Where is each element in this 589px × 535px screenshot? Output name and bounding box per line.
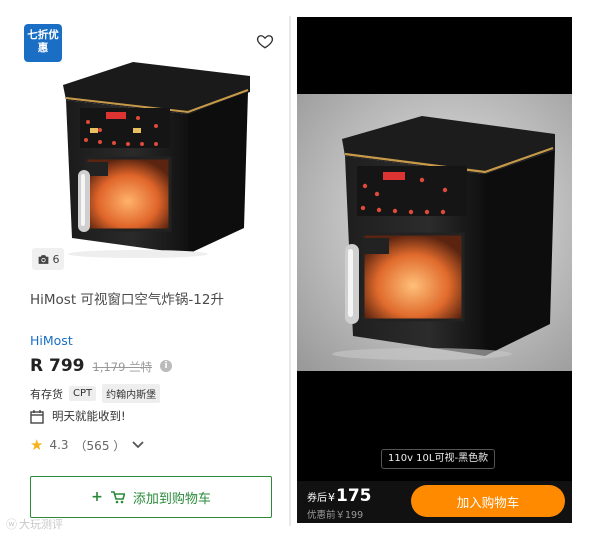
current-price: R 799 <box>30 356 85 376</box>
camera-icon <box>38 254 48 264</box>
photo-count-badge[interactable]: 6 <box>32 248 64 270</box>
weibo-icon: ⓦ <box>6 518 17 531</box>
rating-row[interactable]: ★ 4.3 （565 ） <box>30 436 145 454</box>
review-count: （565 ） <box>74 438 126 453</box>
photo-count: 6 <box>52 252 60 266</box>
add-to-cart-button[interactable]: + 添加到购物车 <box>30 476 272 518</box>
add-to-cart-label: 添加到购物车 <box>132 491 211 507</box>
brand-link[interactable]: HiMost <box>30 333 73 348</box>
delivery-text: 明天就能收到! <box>52 409 126 423</box>
stock-row: 有存货 CPT 约翰内斯堡 <box>30 384 161 403</box>
coupon-price: 券后 ¥ 175 <box>307 486 372 506</box>
warehouse-tag-cpt: CPT <box>69 386 97 401</box>
warehouse-tag-jhb: 约翰内斯堡 <box>102 384 161 403</box>
mobile-product-view: 110v 10L可视-黑色款 券后 ¥ 175 优惠前￥199 加入购物车 <box>297 17 572 523</box>
watermark: ⓦ 大玩测评 <box>6 516 63 532</box>
after-coupon-price: 175 <box>336 486 372 506</box>
product-title[interactable]: HiMost 可视窗口空气炸锅-12升 <box>30 288 224 308</box>
star-icon: ★ <box>30 436 44 454</box>
original-price: 1,179 兰特 <box>92 360 153 374</box>
add-to-cart-button-mobile[interactable]: 加入购物车 <box>411 485 565 517</box>
watermark-text: 大玩测评 <box>19 518 63 531</box>
price-row: R 799 1,179 兰特 i <box>30 356 173 376</box>
after-coupon-label: 券后 <box>307 493 327 504</box>
heart-icon[interactable] <box>256 32 274 50</box>
bottom-purchase-bar: 券后 ¥ 175 优惠前￥199 加入购物车 <box>297 481 572 523</box>
rating-value: 4.3 <box>49 438 69 452</box>
plus-icon: + <box>91 489 103 505</box>
info-icon[interactable]: i <box>160 360 173 372</box>
calendar-icon <box>30 409 44 424</box>
currency-symbol: ¥ <box>328 491 335 504</box>
variant-chip[interactable]: 110v 10L可视-黑色款 <box>381 449 496 469</box>
product-image-air-fryer[interactable] <box>38 40 258 265</box>
cart-icon <box>110 490 125 503</box>
before-coupon-price: 优惠前￥199 <box>307 510 364 521</box>
delivery-row: 明天就能收到! <box>30 408 126 424</box>
divider <box>289 16 291 526</box>
stock-status: 有存货 <box>30 387 63 401</box>
product-photo-air-fryer[interactable] <box>297 94 572 371</box>
chevron-down-icon[interactable] <box>131 440 145 450</box>
product-card[interactable]: 七折优惠 6 HiMost 可视窗口空气炸锅-12升 HiMost R 799 … <box>18 16 286 526</box>
